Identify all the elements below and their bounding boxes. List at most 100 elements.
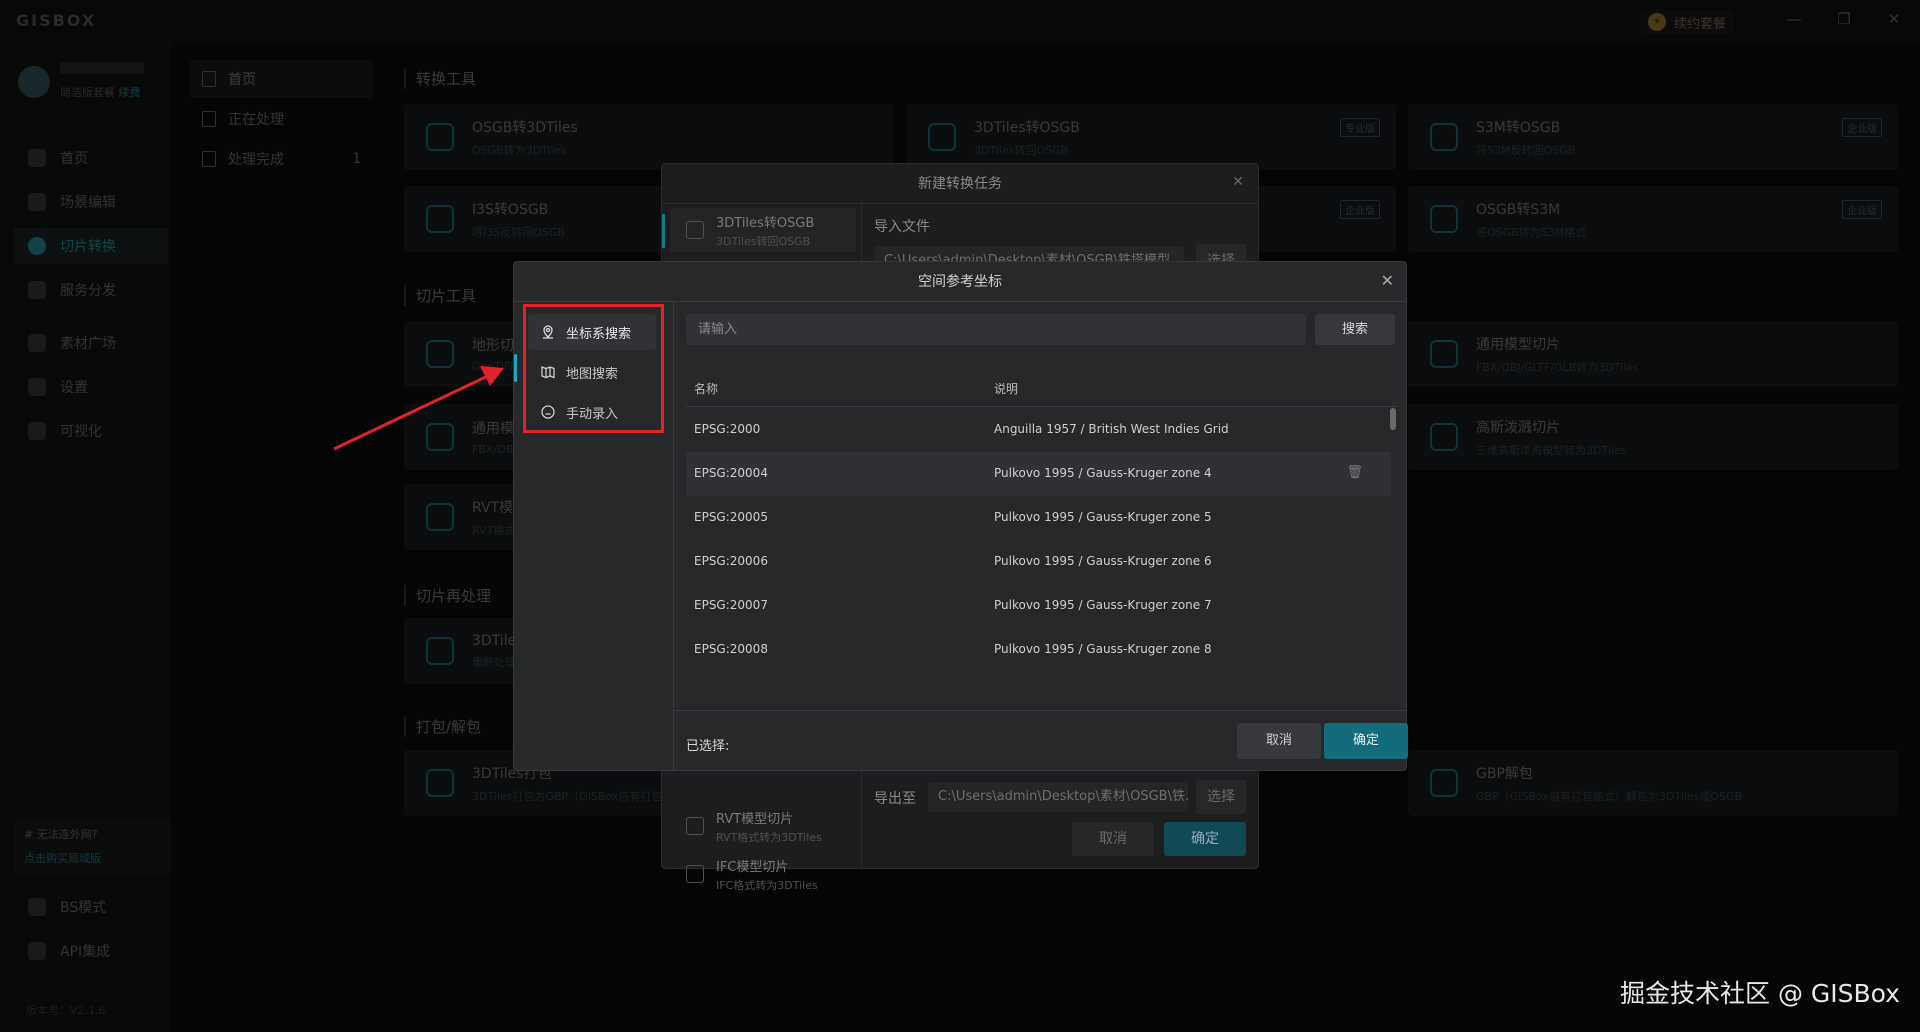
task-type-item[interactable]: RVT模型切片 RVT格式转为3DTiles (670, 804, 856, 848)
crs-search-input[interactable] (686, 314, 1306, 345)
convert-icon (28, 237, 46, 255)
task-type-item[interactable]: 3DTiles转OSGB 3DTiles转回OSGB (670, 208, 856, 252)
task-filter-item[interactable]: 处理完成 1 (190, 140, 373, 178)
sidebar-item-label: 素材广场 (60, 336, 116, 352)
item-desc: RVT格式转为3DTiles (716, 830, 822, 844)
task-filter-label: 处理完成 (228, 152, 284, 168)
tool-icon (426, 769, 454, 797)
sidebar-bottom-item[interactable]: API集成 (14, 933, 168, 969)
table-row[interactable]: EPSG:20007 Pulkovo 1995 / Gauss-Kruger zo… (686, 584, 1391, 628)
tool-desc: OSGB转为3DTiles (472, 143, 567, 157)
tool-name: GBP解包 (1476, 765, 1533, 782)
restore-button[interactable]: ❐ (1832, 10, 1856, 32)
api-icon (28, 942, 46, 960)
dialog-title: 新建转换任务 (662, 164, 1258, 204)
sidebar-item-label: 设置 (60, 380, 88, 396)
nav-manual-input[interactable]: 手动录入 (528, 394, 656, 430)
section-title: 转换工具 (404, 68, 476, 89)
crs-description: Anguilla 1957 / British West Indies Grid (994, 422, 1229, 436)
table-row[interactable]: EPSG:20005 Pulkovo 1995 / Gauss-Kruger zo… (686, 496, 1391, 540)
sidebar-item-label: 服务分发 (60, 283, 116, 299)
sidebar-item[interactable]: 切片转换 (14, 228, 168, 264)
task-filter-item[interactable]: 首页 (190, 60, 373, 98)
sidebar-bottom-item[interactable]: BS模式 (14, 889, 168, 925)
item-desc: 3DTiles转回OSGB (716, 234, 811, 248)
export-label: 导出至 (874, 791, 916, 807)
nav-label: 地图搜索 (566, 366, 619, 382)
tool-icon (426, 123, 454, 151)
export-select-button[interactable]: 选择 (1196, 780, 1246, 814)
watermark: 掘金技术社区 @ GISBox (1620, 979, 1900, 1008)
confirm-button[interactable]: 确定 (1164, 822, 1246, 856)
minimize-button[interactable]: — (1782, 10, 1806, 32)
user-name-blurred (60, 62, 144, 74)
tool-card[interactable]: 通用模型切片 FBX/OBJ/GLTF/GLB转为3DTiles (1408, 321, 1898, 387)
promo-card[interactable]: # 无法连外网? 点击购买局域版 (14, 818, 170, 874)
tool-card[interactable]: OSGB转S3M 将OSGB转为S3M格式 企业版 (1408, 186, 1898, 252)
tool-card[interactable]: GBP解包 GBP（GISBox自有打包格式）解包为3DTiles或OSGB (1408, 750, 1898, 816)
search-button[interactable]: 搜索 (1315, 314, 1395, 345)
map-icon (541, 366, 555, 379)
nav-map-search[interactable]: 地图搜索 (528, 354, 656, 390)
gear-icon (28, 378, 46, 396)
promo-link[interactable]: 点击购买局域版 (24, 850, 160, 866)
document-icon (202, 71, 216, 87)
sidebar-item[interactable]: 设置 (14, 369, 168, 405)
sidebar-item[interactable]: 首页 (14, 140, 168, 176)
title-bar (0, 0, 1920, 43)
cancel-button[interactable]: 取消 (1237, 723, 1321, 759)
tool-desc: 3DTiles转回OSGB (974, 143, 1069, 157)
import-label: 导入文件 (874, 219, 930, 235)
task-type-item[interactable]: IFC模型切片 IFC格式转为3DTiles (670, 852, 856, 896)
table-row[interactable]: EPSG:20004 Pulkovo 1995 / Gauss-Kruger zo… (686, 452, 1391, 496)
nav-label: 坐标系搜索 (566, 326, 632, 342)
table-row[interactable]: EPSG:2000 Anguilla 1957 / British West In… (686, 408, 1391, 452)
crs-code: EPSG:2000 (694, 422, 761, 436)
annotation-arrow (333, 366, 504, 451)
avatar[interactable] (18, 66, 50, 98)
scrollbar[interactable] (1390, 408, 1396, 430)
confirm-button[interactable]: 确定 (1324, 723, 1408, 759)
tool-card[interactable]: 高斯泼溅切片 三维高斯泼溅模型转为3DTiles (1408, 404, 1898, 470)
close-icon[interactable]: ✕ (1232, 174, 1244, 190)
crs-description: Pulkovo 1995 / Gauss-Kruger zone 4 (994, 466, 1212, 480)
close-icon[interactable]: ✕ (1381, 271, 1394, 290)
edition-badge: 企业版 (1842, 200, 1882, 219)
sidebar-item[interactable]: 场景编辑 (14, 184, 168, 220)
code-icon (28, 898, 46, 916)
tool-card[interactable]: OSGB转3DTiles OSGB转为3DTiles (404, 104, 894, 170)
cancel-button[interactable]: 取消 (1072, 822, 1154, 856)
section-title: 切片再处理 (404, 585, 491, 606)
export-path-field[interactable]: C:\Users\admin\Desktop\素材\OSGB\铁… (928, 782, 1188, 812)
task-filter-item[interactable]: 正在处理 (190, 100, 373, 138)
tool-name: 高斯泼溅切片 (1476, 419, 1560, 436)
tool-icon (426, 205, 454, 233)
bolt-icon: ⚡ (1648, 13, 1666, 31)
edition-badge: 企业版 (1340, 200, 1380, 219)
renew-plan-button[interactable]: ⚡ 续约套餐 (1640, 10, 1735, 34)
sidebar-item[interactable]: 服务分发 (14, 272, 168, 308)
tool-card[interactable]: S3M转OSGB 将S3M反转回OSGB 企业版 (1408, 104, 1898, 170)
sidebar-item[interactable]: 素材广场 (14, 325, 168, 361)
table-row[interactable]: EPSG:20006 Pulkovo 1995 / Gauss-Kruger zo… (686, 540, 1391, 584)
sidebar-item-label: BS模式 (60, 900, 107, 916)
cube-icon (686, 817, 704, 835)
tool-card[interactable]: 3DTiles转OSGB 3DTiles转回OSGB 专业版 (906, 104, 1396, 170)
renew-link[interactable]: 续费 (119, 86, 141, 99)
column-name: 名称 (694, 382, 719, 396)
section-title: 切片工具 (404, 285, 476, 306)
sidebar-item-label: 首页 (60, 151, 88, 167)
item-desc: IFC格式转为3DTiles (716, 878, 818, 892)
nav-coordinate-search[interactable]: 坐标系搜索 (528, 314, 656, 350)
close-window-button[interactable]: ✕ (1882, 10, 1906, 32)
sidebar-item-label: 场景编辑 (60, 195, 116, 211)
tool-desc: 将OSGB转为S3M格式 (1476, 225, 1587, 239)
trash-icon[interactable]: 🗑 (1346, 465, 1363, 480)
sidebar-item[interactable]: 可视化 (14, 413, 168, 449)
crs-code: EPSG:20005 (694, 510, 768, 524)
tool-icon (1430, 769, 1458, 797)
table-row[interactable]: EPSG:20008 Pulkovo 1995 / Gauss-Kruger zo… (686, 628, 1391, 672)
tool-icon (1430, 123, 1458, 151)
tool-icon (928, 123, 956, 151)
app-logo: GISBOX (16, 11, 97, 30)
